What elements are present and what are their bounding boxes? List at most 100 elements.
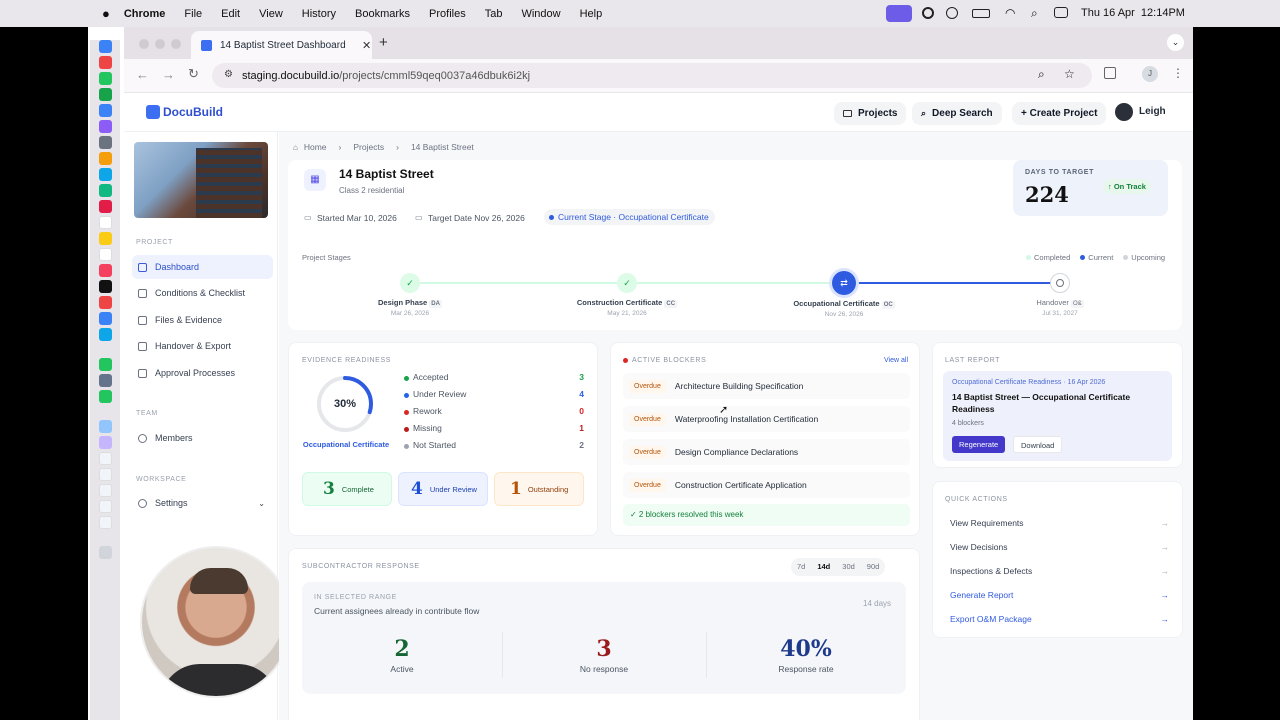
docubuild-logo-icon[interactable] bbox=[146, 105, 160, 119]
menu-profiles[interactable]: Profiles bbox=[429, 8, 466, 20]
tv-icon[interactable] bbox=[98, 280, 112, 293]
stage-occupational[interactable]: ⇄ Occupational Certificate OC Nov 26, 20… bbox=[764, 271, 924, 318]
breadcrumb-projects[interactable]: Projects bbox=[353, 142, 384, 152]
document-icon[interactable] bbox=[98, 484, 112, 497]
breadcrumb-home[interactable]: Home bbox=[304, 142, 327, 152]
menu-history[interactable]: History bbox=[302, 8, 336, 20]
chrome-icon[interactable] bbox=[98, 184, 112, 197]
apple-icon[interactable]: ● bbox=[102, 6, 110, 21]
blocker-row[interactable]: Overdue Design Compliance Declarations bbox=[623, 439, 910, 465]
document-icon[interactable] bbox=[98, 516, 112, 529]
extensions-icon[interactable] bbox=[1104, 67, 1116, 79]
range-7d[interactable]: 7d bbox=[791, 558, 811, 576]
new-tab-button[interactable]: + bbox=[379, 34, 388, 51]
profile-avatar[interactable]: J bbox=[1142, 66, 1158, 82]
close-tab-icon[interactable]: ✕ bbox=[362, 39, 371, 52]
range-14d[interactable]: 14d bbox=[811, 558, 836, 576]
sidebar-item-conditions[interactable]: Conditions & Checklist bbox=[132, 281, 273, 305]
folder-icon[interactable] bbox=[98, 436, 112, 449]
forward-icon[interactable]: → bbox=[162, 67, 175, 82]
review-tile[interactable]: 4 Under Review bbox=[398, 472, 488, 506]
spotify-icon[interactable] bbox=[98, 358, 112, 371]
quick-action-requirements[interactable]: View Requirements → bbox=[945, 513, 1173, 533]
menu-bookmarks[interactable]: Bookmarks bbox=[355, 8, 410, 20]
sidebar-item-approval[interactable]: Approval Processes bbox=[132, 361, 273, 385]
wifi-icon[interactable]: ◠ bbox=[1005, 6, 1015, 20]
quick-action-inspections[interactable]: Inspections & Defects → bbox=[945, 561, 1173, 581]
outstanding-tile[interactable]: 1 Outstanding bbox=[494, 472, 584, 506]
menu-help[interactable]: Help bbox=[580, 8, 603, 20]
control-center-icon[interactable] bbox=[1054, 7, 1068, 18]
document-icon[interactable] bbox=[98, 452, 112, 465]
quick-action-decisions[interactable]: View Decisions → bbox=[945, 537, 1173, 557]
complete-tile[interactable]: 3 Complete bbox=[302, 472, 392, 506]
folder-icon[interactable] bbox=[98, 420, 112, 433]
mail-icon[interactable] bbox=[98, 104, 112, 117]
whatsapp-icon[interactable] bbox=[98, 72, 112, 85]
sidebar-item-handover[interactable]: Handover & Export bbox=[132, 334, 273, 358]
blocker-row[interactable]: Overdue Construction Certificate Applicat… bbox=[623, 472, 910, 498]
range-90d[interactable]: 90d bbox=[861, 558, 886, 576]
user-avatar[interactable] bbox=[1115, 103, 1133, 121]
play-icon[interactable] bbox=[946, 7, 958, 19]
stage-design[interactable]: ✓ Design Phase DA Mar 26, 2026 bbox=[340, 273, 480, 317]
site-info-icon[interactable]: ⚙ bbox=[224, 69, 233, 80]
document-icon[interactable] bbox=[98, 500, 112, 513]
music-icon[interactable] bbox=[98, 264, 112, 277]
tab-search-button[interactable]: ⌄ bbox=[1167, 34, 1184, 51]
messages-icon[interactable] bbox=[98, 88, 112, 101]
address-bar[interactable]: ⚙ staging.docubuild.io/projects/cmml59qe… bbox=[212, 63, 1092, 88]
calendar-icon[interactable] bbox=[98, 216, 112, 229]
menu-edit[interactable]: Edit bbox=[221, 8, 240, 20]
launchpad-icon[interactable] bbox=[98, 56, 112, 69]
slack-icon[interactable] bbox=[98, 120, 112, 133]
clock[interactable]: Thu 16 Apr 12:14PM bbox=[1081, 7, 1185, 19]
screen-share-icon[interactable] bbox=[886, 5, 912, 22]
menu-window[interactable]: Window bbox=[521, 8, 560, 20]
app-icon[interactable] bbox=[98, 374, 112, 387]
stage-handover[interactable]: Handover O& Jul 31, 2027 bbox=[1000, 273, 1120, 317]
document-icon[interactable] bbox=[98, 468, 112, 481]
projects-button[interactable]: Projects bbox=[834, 102, 907, 125]
menu-file[interactable]: File bbox=[184, 8, 202, 20]
user-name[interactable]: Leigh bbox=[1139, 106, 1166, 117]
photos-icon[interactable] bbox=[98, 152, 112, 165]
home-icon[interactable]: ⌂ bbox=[293, 143, 298, 152]
regenerate-button[interactable]: Regenerate bbox=[952, 436, 1006, 453]
settings-icon[interactable] bbox=[98, 136, 112, 149]
sidebar-item-dashboard[interactable]: Dashboard bbox=[132, 255, 273, 279]
slack2-icon[interactable] bbox=[98, 200, 112, 213]
menu-app[interactable]: Chrome bbox=[124, 8, 166, 20]
more-menu-icon[interactable]: ⋮ bbox=[1172, 66, 1184, 80]
finder-icon[interactable] bbox=[98, 40, 112, 53]
sidebar-item-settings[interactable]: Settings ⌄ bbox=[132, 491, 273, 515]
report-heading[interactable]: 14 Baptist Street — Occupational Certifi… bbox=[952, 391, 1162, 415]
menu-view[interactable]: View bbox=[259, 8, 283, 20]
readiness-cert-link[interactable]: Occupational Certificate bbox=[302, 440, 390, 449]
trash-icon[interactable] bbox=[98, 546, 112, 559]
zoom-window-button[interactable] bbox=[171, 39, 181, 49]
deep-search-button[interactable]: ⌕ Deep Search bbox=[912, 102, 1002, 125]
stage-construction[interactable]: ✓ Construction Certificate CC May 21, 20… bbox=[547, 273, 707, 317]
status-icon[interactable] bbox=[922, 7, 934, 19]
zoom-icon[interactable] bbox=[98, 168, 112, 181]
reload-icon[interactable]: ↻ bbox=[188, 66, 199, 82]
tab-active[interactable]: 14 Baptist Street Dashboard ✕ bbox=[191, 31, 372, 59]
search-icon[interactable]: ⌕ bbox=[1031, 6, 1038, 21]
sidebar-item-members[interactable]: Members bbox=[132, 426, 273, 450]
close-window-button[interactable] bbox=[139, 39, 149, 49]
facetime-icon[interactable] bbox=[98, 390, 112, 403]
quick-action-export[interactable]: Export O&M Package → bbox=[945, 609, 1173, 629]
back-icon[interactable]: ← bbox=[136, 67, 149, 82]
blocker-row[interactable]: Overdue Waterproofing Installation Certif… bbox=[623, 406, 910, 432]
create-project-button[interactable]: + Create Project bbox=[1012, 102, 1107, 125]
safari-icon[interactable] bbox=[98, 328, 112, 341]
quick-action-generate-report[interactable]: Generate Report → bbox=[945, 585, 1173, 605]
minimize-window-button[interactable] bbox=[155, 39, 165, 49]
news-icon[interactable] bbox=[98, 296, 112, 309]
app-logo[interactable]: DocuBuild bbox=[163, 105, 223, 119]
range-30d[interactable]: 30d bbox=[836, 558, 861, 576]
zoom-icon[interactable]: ⌕ bbox=[1038, 67, 1045, 82]
blocker-row[interactable]: Overdue Architecture Building Specificati… bbox=[623, 373, 910, 399]
reminders-icon[interactable] bbox=[98, 248, 112, 261]
